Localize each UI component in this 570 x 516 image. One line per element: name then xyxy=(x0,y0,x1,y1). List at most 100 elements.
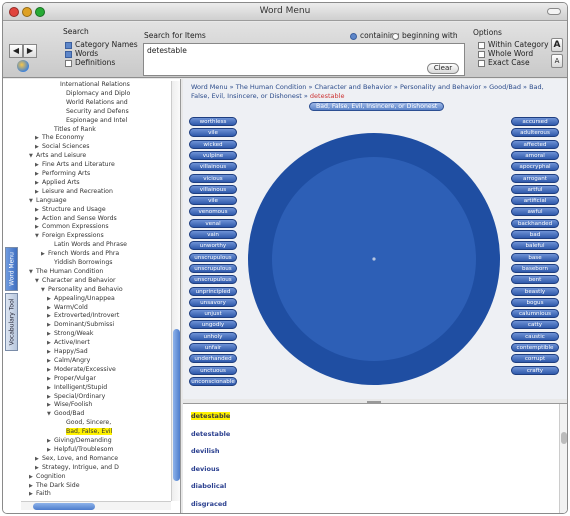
disclosure-open-icon[interactable]: ▼ xyxy=(29,268,36,276)
word-button[interactable]: unscrupulous xyxy=(189,263,237,273)
disclosure-closed-icon[interactable]: ▶ xyxy=(35,206,42,214)
tree-item[interactable]: ▶ Calm/Angry xyxy=(47,357,90,365)
tree-horizontal-scrollbar[interactable] xyxy=(21,501,171,510)
tree-item[interactable]: ▶ Action and Sense Words xyxy=(35,215,117,223)
disclosure-closed-icon[interactable]: ▶ xyxy=(41,250,48,258)
tree-item[interactable]: ▼ Good/Bad xyxy=(47,410,84,418)
word-button[interactable]: adulterous xyxy=(511,128,559,138)
word-button[interactable]: unconscionable xyxy=(189,376,237,386)
word-button[interactable]: backhanded xyxy=(511,218,559,228)
word-button[interactable]: bogus xyxy=(511,297,559,307)
disclosure-closed-icon[interactable]: ▶ xyxy=(47,304,54,312)
word-button[interactable]: accursed xyxy=(511,117,559,126)
disclosure-closed-icon[interactable]: ▶ xyxy=(35,215,42,223)
disclosure-open-icon[interactable]: ▼ xyxy=(35,277,42,285)
word-button[interactable]: arrogant xyxy=(511,173,559,183)
disclosure-closed-icon[interactable]: ▶ xyxy=(35,188,42,196)
tree-item[interactable]: ▶ Performing Arts xyxy=(35,170,90,178)
category-names-option[interactable]: Category Names xyxy=(65,40,138,49)
result-item[interactable]: detestable xyxy=(191,430,230,438)
tree-item[interactable]: ▶ Wise/Foolish xyxy=(47,401,92,409)
tree-item[interactable]: Yiddish Borrowings xyxy=(47,259,112,267)
tree-item[interactable]: ▶ The Dark Side xyxy=(29,482,80,490)
word-button[interactable]: apocryphal xyxy=(511,162,559,172)
disclosure-closed-icon[interactable]: ▶ xyxy=(47,384,54,392)
word-button[interactable]: crafty xyxy=(511,365,559,375)
result-item[interactable]: detestable xyxy=(191,412,231,420)
tree-item[interactable]: ▶ Cognition xyxy=(29,473,66,481)
tree-item[interactable]: ▶ Warm/Cold xyxy=(47,304,88,312)
word-button[interactable]: artful xyxy=(511,184,559,194)
disclosure-closed-icon[interactable]: ▶ xyxy=(47,295,54,303)
disclosure-closed-icon[interactable]: ▶ xyxy=(35,143,42,151)
word-button[interactable]: unscrupulous xyxy=(189,275,237,285)
tree-item[interactable]: Titles of Rank xyxy=(47,126,96,134)
tree-item[interactable]: ▶ Strong/Weak xyxy=(47,330,93,338)
tree-item[interactable]: ▼ Language xyxy=(29,197,67,205)
result-item[interactable]: diabolical xyxy=(191,482,226,490)
word-button[interactable]: baseborn xyxy=(511,263,559,273)
disclosure-closed-icon[interactable]: ▶ xyxy=(35,223,42,231)
tree-item[interactable]: ▶ Applied Arts xyxy=(35,179,80,187)
word-button[interactable]: awful xyxy=(511,207,559,217)
disclosure-closed-icon[interactable]: ▶ xyxy=(35,170,42,178)
whole-word-checkbox[interactable] xyxy=(478,50,485,58)
word-button[interactable]: unholy xyxy=(189,331,237,341)
word-button[interactable]: villainous xyxy=(189,162,237,172)
word-button[interactable]: unprincipled xyxy=(189,286,237,296)
disclosure-closed-icon[interactable]: ▶ xyxy=(47,348,54,356)
tree-vertical-scrollbar[interactable] xyxy=(171,81,180,501)
word-button[interactable]: unworthy xyxy=(189,241,237,251)
word-button[interactable]: ungodly xyxy=(189,320,237,330)
tree-horizontal-scroll-thumb[interactable] xyxy=(33,503,95,510)
disclosure-open-icon[interactable]: ▼ xyxy=(35,232,42,240)
disclosure-closed-icon[interactable]: ▶ xyxy=(47,321,54,329)
disclosure-closed-icon[interactable]: ▶ xyxy=(47,375,54,383)
tree-item[interactable]: ▶ Faith xyxy=(29,490,51,498)
font-smaller-button[interactable]: A xyxy=(551,54,563,68)
tree-item[interactable]: World Relations and xyxy=(59,99,128,107)
tree-item[interactable]: Diplomacy and Diplo xyxy=(59,90,130,98)
disclosure-closed-icon[interactable]: ▶ xyxy=(47,330,54,338)
tree-item[interactable]: ▶ The Economy xyxy=(35,134,84,142)
tab-word-menu[interactable]: Word Menu xyxy=(5,247,18,291)
result-item[interactable]: disgraced xyxy=(191,500,227,508)
tree-item[interactable]: ▶ Active/Inert xyxy=(47,339,90,347)
disclosure-closed-icon[interactable]: ▶ xyxy=(35,179,42,187)
back-button[interactable]: ◀ xyxy=(9,44,23,58)
search-input[interactable]: detestable xyxy=(143,43,465,76)
tree-item[interactable]: Good, Sincere, xyxy=(59,419,111,427)
beginning-with-option[interactable]: beginning with xyxy=(392,31,458,40)
tree-item[interactable]: ▶ Happy/Sad xyxy=(47,348,88,356)
tree-item[interactable]: ▶ Strategy, Intrigue, and D xyxy=(35,464,119,472)
definitions-option[interactable]: Definitions xyxy=(65,58,115,67)
tree-item[interactable]: ▶ Moderate/Excessive xyxy=(47,366,116,374)
disclosure-closed-icon[interactable]: ▶ xyxy=(47,366,54,374)
word-button[interactable]: bent xyxy=(511,275,559,285)
disclosure-closed-icon[interactable]: ▶ xyxy=(47,437,54,445)
words-checkbox[interactable] xyxy=(65,50,72,58)
tree-item[interactable]: ▶ Intelligent/Stupid xyxy=(47,384,107,392)
tree-item[interactable]: ▶ Appealing/Unappea xyxy=(47,295,115,303)
whole-word-option[interactable]: Whole Word xyxy=(478,49,533,58)
category-names-checkbox[interactable] xyxy=(65,41,72,49)
tree-item[interactable]: ▼ Character and Behavior xyxy=(35,277,116,285)
tree-item[interactable]: ▶ Giving/Demanding xyxy=(47,437,112,445)
disclosure-closed-icon[interactable]: ▶ xyxy=(29,490,36,498)
disclosure-closed-icon[interactable]: ▶ xyxy=(47,339,54,347)
tree-item[interactable]: ▼ The Human Condition xyxy=(29,268,103,276)
tree-item[interactable]: ▶ Social Sciences xyxy=(35,143,90,151)
tree-item[interactable]: Bad, False, Evil xyxy=(59,428,113,436)
beginning-with-radio[interactable] xyxy=(392,32,399,40)
word-button[interactable]: unfair xyxy=(189,343,237,352)
disclosure-closed-icon[interactable]: ▶ xyxy=(29,482,36,490)
tree-vertical-scroll-thumb[interactable] xyxy=(173,329,180,481)
tree-item[interactable]: ▶ Common Expressions xyxy=(35,223,109,231)
clear-button[interactable]: Clear xyxy=(427,63,459,74)
results-scroll-thumb[interactable] xyxy=(561,432,567,444)
disclosure-closed-icon[interactable]: ▶ xyxy=(47,393,54,401)
tree-item[interactable]: ▶ Leisure and Recreation xyxy=(35,188,113,196)
disclosure-closed-icon[interactable]: ▶ xyxy=(35,134,42,142)
tree-item[interactable]: Espionage and Intel xyxy=(59,117,127,125)
word-button[interactable]: bad xyxy=(511,230,559,239)
